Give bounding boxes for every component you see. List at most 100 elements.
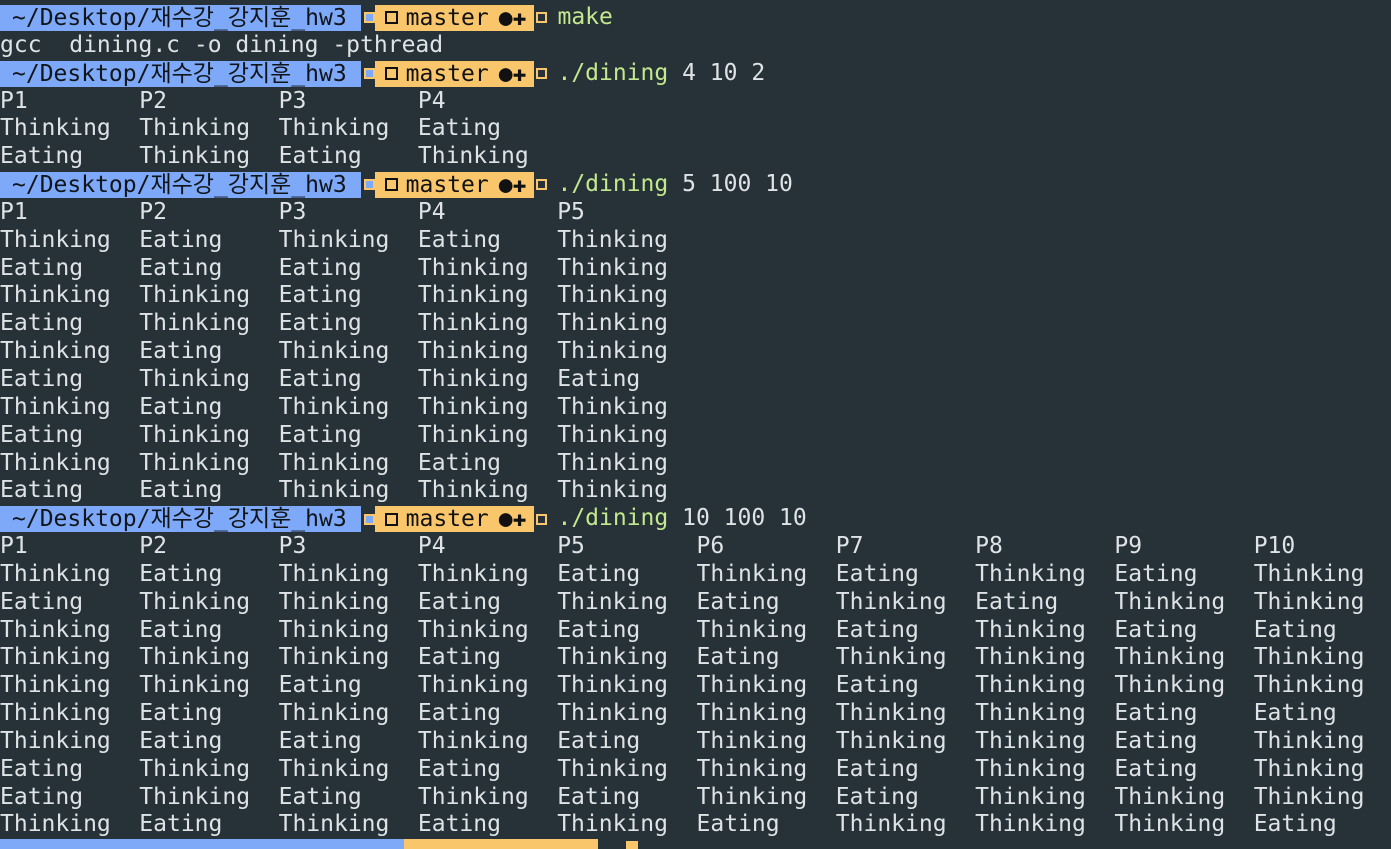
philosopher-state: Eating (0, 254, 84, 281)
philosopher-state: Thinking (557, 338, 668, 365)
table-row: Thinking Eating Thinking Eating Thinking (0, 227, 1391, 255)
table-row: Eating Thinking Eating Thinking Thinking (0, 422, 1391, 450)
branch-icon (384, 512, 398, 526)
philosopher-state: Eating (696, 811, 780, 838)
philosopher-state: Thinking (139, 672, 251, 699)
philosopher-state: Thinking (1114, 588, 1226, 615)
philosopher-state: Thinking (557, 449, 668, 476)
philosopher-state: Thinking (696, 727, 808, 754)
terminal-output[interactable]: ~/Desktop/재수강_강지훈_hw3 master ●✚ make gcc din… (0, 4, 1391, 839)
philosopher-state: Thinking (0, 282, 111, 309)
prompt-path-segment (0, 839, 404, 849)
segment-separator-icon (363, 68, 375, 80)
table-row: Eating Thinking Eating Thinking (0, 143, 1391, 171)
philosopher-state: Eating (835, 672, 919, 699)
philosopher-state: Eating (1114, 616, 1198, 643)
philosopher-state: Eating (417, 449, 501, 476)
philosopher-state: Thinking (1114, 672, 1226, 699)
philosopher-state: Eating (278, 282, 362, 309)
philosopher-state: Eating (139, 226, 223, 253)
philosopher-state: Thinking (557, 672, 668, 699)
branch-icon (384, 11, 398, 25)
philosopher-state: Thinking (417, 143, 529, 170)
philosopher-state: Eating (1114, 727, 1198, 754)
philosopher-state: Eating (557, 727, 641, 754)
philosopher-state: Thinking (0, 393, 111, 420)
philosopher-state: Thinking (0, 616, 111, 643)
philosopher-state: Eating (835, 616, 919, 643)
philosopher-state: Thinking (139, 143, 251, 170)
philosopher-state: Eating (1253, 700, 1337, 727)
philosopher-state: Eating (0, 421, 84, 448)
philosopher-state: Eating (139, 477, 223, 504)
table-row: Thinking Eating Thinking Thinking Eating Thin… (0, 561, 1391, 589)
philosopher-state: Thinking (835, 811, 947, 838)
table-row: Thinking Eating Thinking Thinking Thinking (0, 338, 1391, 366)
philosopher-state: Thinking (696, 616, 808, 643)
philosopher-state: Eating (696, 588, 780, 615)
philosopher-state: Eating (139, 616, 223, 643)
command-name: ./dining (557, 505, 669, 532)
table-row: Eating Thinking Eating Thinking Eating (0, 366, 1391, 394)
prompt-path: ~/Desktop/재수강_강지훈_hw3 (0, 171, 361, 198)
philosopher-state: Thinking (278, 588, 390, 615)
philosopher-state: Eating (1114, 755, 1198, 782)
segment-separator-icon (363, 12, 375, 24)
philosopher-state: Thinking (835, 588, 947, 615)
philosopher-state: Thinking (417, 560, 529, 587)
philosopher-label: P3 (278, 87, 307, 114)
philosopher-state: Eating (139, 811, 223, 838)
segment-end-icon (536, 68, 548, 80)
philosopher-state: Thinking (975, 616, 1086, 643)
philosopher-label: P5 (557, 533, 585, 560)
philosopher-state: Thinking (557, 282, 668, 309)
philosopher-state: Thinking (696, 672, 808, 699)
philosopher-state: Eating (835, 560, 919, 587)
philosopher-label: P5 (557, 198, 585, 225)
git-branch: master (405, 60, 489, 87)
philosopher-state: Thinking (417, 616, 529, 643)
philosopher-state: Eating (0, 477, 84, 504)
command-args: 5 100 10 (668, 171, 793, 198)
command-args: 4 10 2 (668, 59, 766, 86)
philosopher-state: Thinking (975, 672, 1086, 699)
philosopher-state: Thinking (975, 644, 1086, 671)
table-row: Thinking Eating Thinking Eating Thinking Eati… (0, 811, 1391, 839)
philosopher-state: Thinking (278, 616, 390, 643)
philosopher-label: P1 (0, 533, 28, 560)
table-row: Thinking Eating Thinking Thinking Eating Thin… (0, 617, 1391, 645)
philosopher-state: Thinking (835, 727, 947, 754)
philosopher-state: Thinking (139, 755, 251, 782)
philosopher-state: Thinking (417, 783, 529, 810)
command-name: ./dining (557, 171, 669, 198)
philosopher-state: Thinking (139, 644, 251, 671)
philosopher-state: Thinking (1114, 811, 1226, 838)
philosopher-state: Thinking (557, 226, 668, 253)
philosopher-state: Thinking (0, 644, 111, 671)
table-row: Thinking Eating Eating Thinking Eating Thinki… (0, 728, 1391, 756)
philosopher-state: Eating (278, 143, 362, 170)
philosopher-state: Eating (557, 560, 641, 587)
philosopher-state: Eating (278, 365, 362, 392)
table-row: Eating Eating Thinking Thinking Thinking (0, 477, 1391, 505)
command-name: make (557, 4, 613, 30)
philosopher-state: Eating (139, 727, 223, 754)
git-status-icon: ●✚ (498, 506, 527, 533)
philosopher-state: Eating (0, 310, 84, 337)
table-row: Thinking Eating Thinking Thinking Thinking (0, 394, 1391, 422)
philosopher-state: Eating (139, 560, 223, 587)
git-branch: master (405, 171, 489, 198)
philosopher-state: Thinking (1114, 644, 1226, 671)
philosopher-state: Thinking (557, 755, 668, 782)
prompt-line: ~/Desktop/재수강_강지훈_hw3 master ●✚ ./dining 4 … (0, 60, 1391, 88)
philosopher-state: Thinking (417, 310, 529, 337)
philosopher-state: Eating (417, 811, 501, 838)
philosopher-state: Thinking (0, 727, 111, 754)
git-status-icon: ●✚ (498, 60, 527, 87)
branch-icon (384, 67, 398, 81)
prompt-path: ~/Desktop/재수강_강지훈_hw3 (0, 60, 361, 87)
philosopher-state: Thinking (1114, 783, 1226, 810)
philosopher-state: Thinking (417, 727, 529, 754)
philosopher-state: Thinking (975, 727, 1086, 754)
philosopher-state: Thinking (557, 477, 668, 504)
